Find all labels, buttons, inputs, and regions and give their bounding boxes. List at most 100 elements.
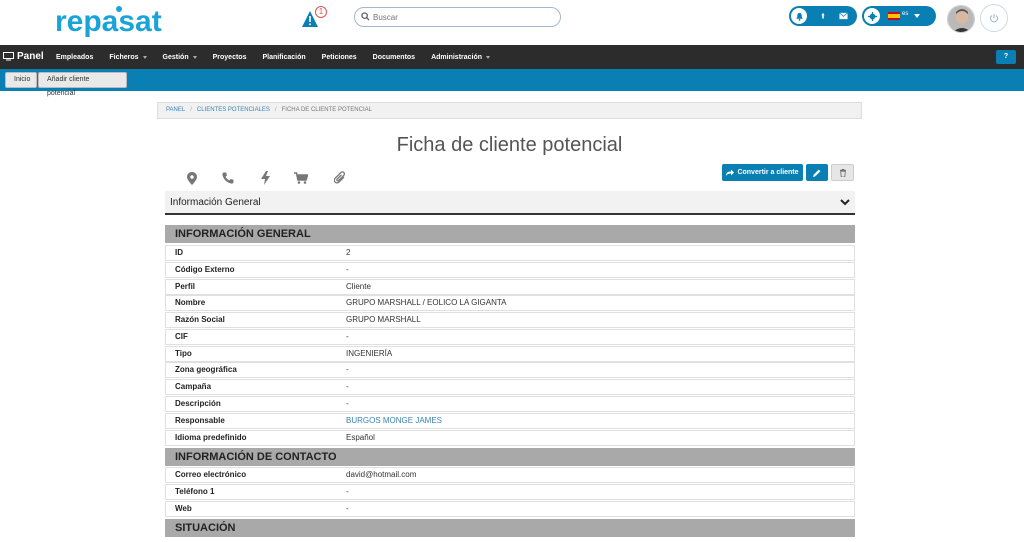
chevron-down-icon [142,55,147,59]
delete-button[interactable] [831,164,854,181]
breadcrumb-clients[interactable]: CLIENTES POTENCIALES [197,107,270,113]
share-arrow-icon [726,169,735,176]
field-label: CIF [175,332,188,341]
settings-pill: es [862,6,936,26]
field-label: Código Externo [175,265,235,274]
language-code[interactable]: es [902,11,908,17]
field-value: - [346,504,349,513]
cart-icon [294,172,308,184]
breadcrumb-panel[interactable]: PANEL [166,107,185,113]
notifications-pill [789,6,857,26]
info-row: Zona geográfica - [165,362,855,378]
info-row: Nombre GRUPO MARSHALL / EOLICO LA GIGANTA [165,295,855,311]
field-label: Razón Social [175,315,225,324]
nav-item-ficheros[interactable]: Ficheros [109,54,147,61]
location-tab[interactable] [184,170,200,186]
monitor-icon [3,52,14,61]
activity-tab[interactable] [257,170,273,186]
info-row: Responsable BURGOS MONGE JAMES [165,413,855,429]
nav-item-empleados[interactable]: Empleados [56,54,93,61]
tab-inicio[interactable]: Inicio [5,72,37,88]
field-label: Tipo [175,349,192,358]
field-value: GRUPO MARSHALL / EOLICO LA GIGANTA [346,298,507,307]
field-value: david@hotmail.com [346,470,417,479]
panel-title: Información General [170,197,261,208]
main-navbar: Panel Empleados Ficheros Gestión Proyect… [0,45,1024,69]
tab-anadir-cliente-potencial[interactable]: Añadir cliente potencial [38,72,127,97]
spain-flag-icon[interactable] [888,12,900,20]
nav-panel-link[interactable]: Panel [3,51,44,62]
info-row: Teléfono 1 - [165,484,855,500]
bell-button[interactable] [791,8,807,24]
settings-button[interactable] [864,8,880,24]
edit-button[interactable] [806,164,828,181]
tab-bar: Inicio Añadir cliente potencial [0,69,1024,97]
convert-to-client-button[interactable]: Convertir a cliente [722,164,803,181]
section-situation: SITUACIÓN [165,519,855,537]
info-row: CIF - [165,329,855,345]
nav-item-label: Empleados [56,53,94,61]
user-avatar[interactable] [947,5,975,33]
field-label: Responsable [175,416,225,425]
nav-item-peticiones[interactable]: Peticiones [322,54,357,61]
info-row: Web - [165,501,855,517]
help-button[interactable]: ? [996,50,1016,64]
nav-items: Empleados Ficheros Gestión Proyectos Pla… [56,45,506,69]
field-label: Perfil [175,282,196,291]
info-row: Código Externo - [165,262,855,278]
field-label: ID [175,248,183,257]
search-box[interactable] [354,7,561,27]
chevron-down-icon[interactable] [840,199,850,206]
section-general-info: INFORMACIÓN GENERAL [165,225,855,243]
nav-panel-label: Panel [17,51,44,62]
nav-item-administracion[interactable]: Administración [431,54,491,61]
search-input[interactable] [373,10,553,24]
nav-item-label: Proyectos [212,53,247,61]
field-value: - [346,487,349,496]
general-info-panel-header[interactable]: Información General [165,191,855,215]
section-contact-info: INFORMACIÓN DE CONTACTO [165,448,855,466]
trash-icon [839,168,846,177]
field-label: Idioma predefinido [175,433,247,442]
avatar-icon [948,6,974,32]
responsable-link[interactable]: BURGOS MONGE JAMES [346,414,442,428]
search-icon [361,12,370,21]
field-label: Zona geográfica [175,365,237,374]
breadcrumb: PANEL / CLIENTES POTENCIALES / FICHA DE CLIE… [157,102,862,119]
sales-tab[interactable] [293,170,309,186]
messages-button[interactable] [835,8,851,24]
nav-item-label: Documentos [372,53,416,61]
convert-label: Convertir a cliente [737,169,799,176]
nav-item-proyectos[interactable]: Proyectos [213,54,247,61]
gear-icon [867,11,877,21]
field-label: Campaña [175,382,212,391]
field-value: - [346,382,349,391]
nav-item-planificacion[interactable]: Planificación [262,54,305,61]
alert-count-badge: 1 [315,6,327,18]
bell-icon [795,12,803,21]
logout-button[interactable] [980,4,1008,32]
nav-item-documentos[interactable]: Documentos [373,54,415,61]
power-icon [990,14,998,23]
bolt-icon [260,171,270,185]
attachments-tab[interactable] [332,170,348,186]
breadcrumb-separator: / [190,107,192,113]
breadcrumb-current: FICHA DE CLIENTE POTENCIAL [281,107,372,113]
field-value: 2 [346,248,351,257]
repasat-logo[interactable]: repasat [55,3,180,39]
svg-text:repasat: repasat [55,5,162,38]
nav-item-label: Peticiones [321,53,357,61]
phone-tab[interactable] [220,170,236,186]
tasks-button[interactable] [815,8,831,24]
nav-item-gestion[interactable]: Gestión [163,54,197,61]
nav-item-label: Gestión [162,53,189,61]
field-value: Español [346,433,375,442]
chevron-down-icon [486,55,491,59]
envelope-icon [838,12,848,20]
field-label: Nombre [175,298,206,307]
info-row: ID 2 [165,245,855,261]
field-label: Correo electrónico [175,470,247,479]
chevron-down-icon[interactable] [914,14,920,18]
pencil-icon [813,169,821,177]
page-title: Ficha de cliente potencial [396,134,623,156]
